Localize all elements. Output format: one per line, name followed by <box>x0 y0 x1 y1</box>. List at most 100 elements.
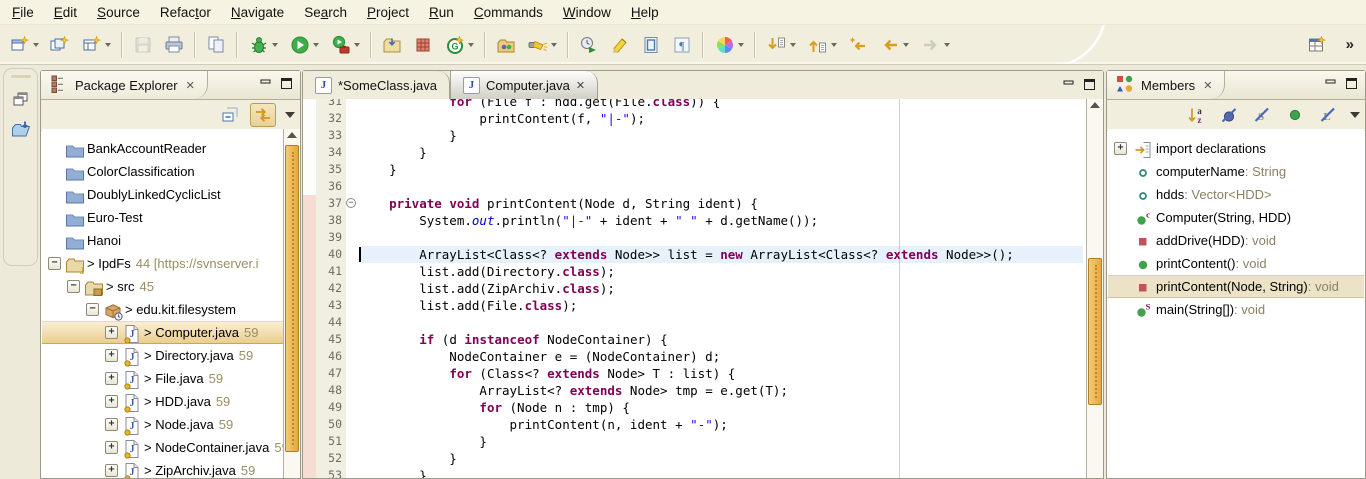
menu-search[interactable]: Search <box>294 2 357 23</box>
code-text[interactable]: for (File f : hdd.get(File.class)) { <box>359 99 1083 110</box>
tree-item-directory.java[interactable]: +J> Directory.java59 <box>42 344 283 367</box>
expander-minus-icon[interactable]: − <box>86 303 99 316</box>
minimize-icon[interactable] <box>258 76 273 91</box>
collapse-region-icon[interactable]: − <box>346 198 356 208</box>
import-wizard-icon[interactable] <box>377 31 407 59</box>
new-java-class-icon[interactable] <box>45 31 75 59</box>
member-computername[interactable]: computerName : String <box>1108 160 1364 183</box>
hide-fields-icon[interactable] <box>1216 103 1242 127</box>
toolbar-overflow-button[interactable]: » <box>1346 36 1352 53</box>
menu-window[interactable]: Window <box>553 2 621 23</box>
menu-navigate[interactable]: Navigate <box>221 2 294 23</box>
code-text[interactable] <box>359 229 1083 246</box>
tree-item-euro-test[interactable]: Euro-Test <box>42 206 283 229</box>
code-text[interactable]: printContent(f, "|-"); <box>359 110 1083 127</box>
close-icon[interactable]: ✕ <box>186 79 195 92</box>
highlighter-icon[interactable] <box>605 31 635 59</box>
code-text[interactable]: list.add(ZipArchiv.class); <box>359 280 1083 297</box>
view-menu-icon[interactable] <box>285 112 295 118</box>
code-text[interactable]: private void printContent(Node d, String… <box>359 195 1083 212</box>
maximize-icon[interactable] <box>1082 77 1097 92</box>
code-text[interactable]: printContent(n, ident + "-"); <box>359 416 1083 433</box>
scroll-up-icon[interactable] <box>1090 102 1100 108</box>
minimize-icon[interactable] <box>1323 76 1338 91</box>
expander-plus-icon[interactable]: + <box>105 395 118 408</box>
code-editor[interactable]: 31 for (File f : hdd.get(File.class)) {3… <box>303 99 1103 478</box>
member-hdds[interactable]: hdds : Vector<HDD> <box>1108 183 1364 206</box>
code-text[interactable] <box>359 314 1083 331</box>
external-tools-icon[interactable] <box>325 31 365 59</box>
tree-item-computer.java[interactable]: +J> Computer.java59 <box>42 321 283 344</box>
code-text[interactable]: list.add(Directory.class); <box>359 263 1083 280</box>
tree-item-nodecontainer.java[interactable]: +J> NodeContainer.java59 <box>42 436 283 459</box>
expander-plus-icon[interactable]: + <box>105 326 118 339</box>
hide-local-types-icon[interactable]: L <box>1315 103 1341 127</box>
back-icon[interactable] <box>874 31 914 59</box>
expander-plus-icon[interactable]: + <box>1114 142 1127 155</box>
tab-someclass-java[interactable]: J *SomeClass.java <box>303 71 450 99</box>
menu-commands[interactable]: Commands <box>464 2 553 23</box>
code-text[interactable]: } <box>359 450 1083 467</box>
menu-file[interactable]: File <box>2 2 44 23</box>
code-text[interactable]: for (Class<? extends Node> T : list) { <box>359 365 1083 382</box>
new-perspective-icon[interactable] <box>1302 31 1332 59</box>
tree-item-hanoi[interactable]: Hanoi <box>42 229 283 252</box>
scroll-up-icon[interactable] <box>287 132 297 138</box>
scrollbar-thumb[interactable] <box>285 145 299 452</box>
menu-source[interactable]: Source <box>87 2 150 23</box>
code-text[interactable]: if (d instanceof NodeContainer) { <box>359 331 1083 348</box>
tab-package-explorer[interactable]: Package Explorer ✕ <box>41 71 208 99</box>
mark-occurrences-icon[interactable] <box>636 31 666 59</box>
hide-static-icon[interactable]: S <box>1249 103 1275 127</box>
tree-item-edu.kit.filesystem[interactable]: −> edu.kit.filesystem <box>42 298 283 321</box>
close-icon[interactable]: ✕ <box>1203 79 1212 92</box>
code-text[interactable] <box>359 178 1083 195</box>
expander-plus-icon[interactable]: + <box>105 464 118 477</box>
sort-icon[interactable]: az <box>1183 103 1209 127</box>
next-annotation-icon[interactable] <box>761 31 801 59</box>
minimize-icon[interactable] <box>1061 77 1076 92</box>
tree-item-hdd.java[interactable]: +J> HDD.java59 <box>42 390 283 413</box>
code-text[interactable]: } <box>359 161 1083 178</box>
copy-element-icon[interactable] <box>201 31 231 59</box>
link-with-editor-icon[interactable] <box>250 103 276 127</box>
open-type-icon[interactable] <box>491 31 521 59</box>
debug-icon[interactable] <box>243 31 283 59</box>
expander-minus-icon[interactable]: − <box>48 257 61 270</box>
search-icon[interactable] <box>522 31 562 59</box>
code-text[interactable]: } <box>359 467 1083 478</box>
tree-item-ziparchiv.java[interactable]: +J> ZipArchiv.java59 <box>42 459 283 478</box>
members-list[interactable]: +import declarationscomputerName : Strin… <box>1108 129 1364 478</box>
code-text[interactable]: ArrayList<Class<? extends Node>> list = … <box>359 246 1083 263</box>
new-view-icon[interactable] <box>76 31 116 59</box>
code-text[interactable]: } <box>359 127 1083 144</box>
update-site-icon[interactable]: G <box>439 31 479 59</box>
open-perspective-icon[interactable] <box>8 116 34 142</box>
tree-item-file.java[interactable]: +J> File.java59 <box>42 367 283 390</box>
previous-annotation-icon[interactable] <box>802 31 842 59</box>
menu-project[interactable]: Project <box>357 2 419 23</box>
expander-plus-icon[interactable]: + <box>105 441 118 454</box>
member-printcontent-node-string-[interactable]: printContent(Node, String) : void <box>1108 275 1364 298</box>
tab-computer-java[interactable]: J Computer.java ✕ <box>450 71 598 99</box>
editor-scrollbar[interactable] <box>1086 99 1103 478</box>
last-edit-location-icon[interactable] <box>843 31 873 59</box>
menu-help[interactable]: Help <box>621 2 669 23</box>
code-text[interactable]: System.out.println("|-" + ident + " " + … <box>359 212 1083 229</box>
code-text[interactable]: } <box>359 433 1083 450</box>
new-task-icon[interactable] <box>574 31 604 59</box>
fast-view-handle[interactable] <box>11 75 31 78</box>
code-text[interactable]: list.add(File.class); <box>359 297 1083 314</box>
menu-run[interactable]: Run <box>419 2 464 23</box>
code-text[interactable]: for (Node n : tmp) { <box>359 399 1083 416</box>
maximize-icon[interactable] <box>1344 76 1359 91</box>
print-icon[interactable] <box>159 31 189 59</box>
code-text[interactable]: NodeContainer e = (NodeContainer) d; <box>359 348 1083 365</box>
tree-item-colorclassification[interactable]: ColorClassification <box>42 160 283 183</box>
collapse-all-icon[interactable] <box>217 103 243 127</box>
package-explorer-scrollbar[interactable] <box>283 129 300 478</box>
close-icon[interactable]: ✕ <box>576 79 585 92</box>
restore-view-icon[interactable] <box>8 86 34 112</box>
menu-refactor[interactable]: Refactor <box>150 2 221 23</box>
expander-plus-icon[interactable]: + <box>105 349 118 362</box>
